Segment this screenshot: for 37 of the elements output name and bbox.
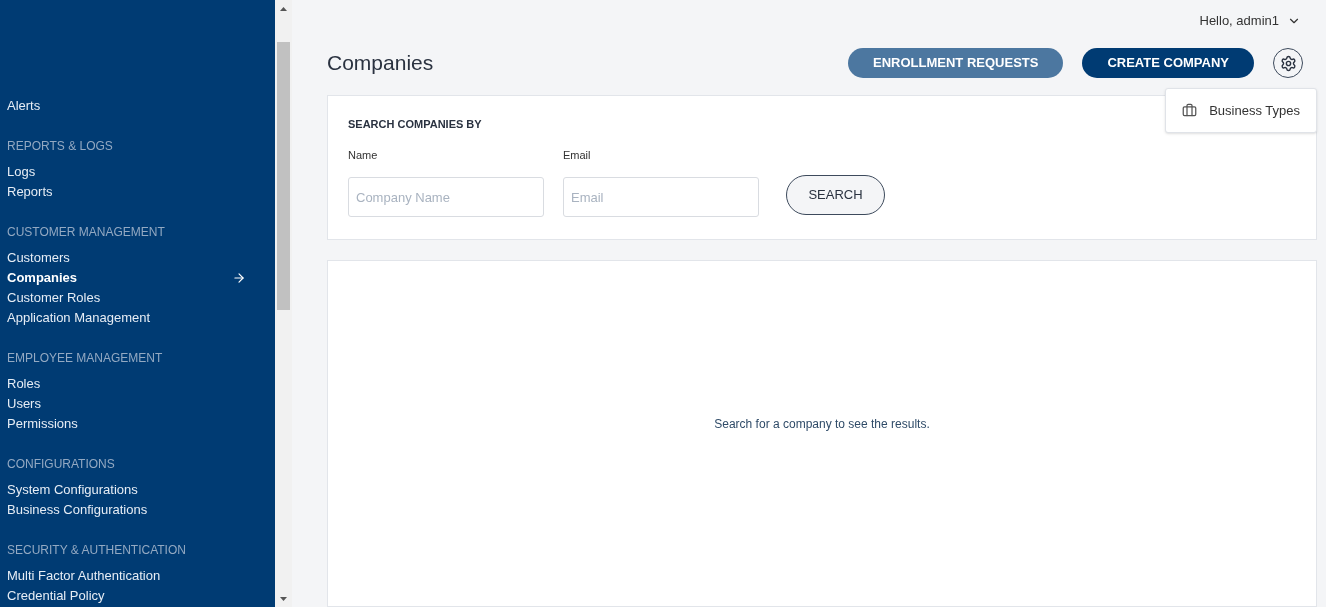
search-button[interactable]: SEARCH (786, 175, 885, 215)
section-header: SECURITY & AUTHENTICATION (7, 542, 187, 559)
section-header: REPORTS & LOGS (7, 138, 114, 155)
scrollbar[interactable] (275, 0, 292, 607)
search-title: SEARCH COMPANIES BY (348, 117, 482, 132)
nav-item[interactable]: Reports (7, 182, 268, 202)
menu-item[interactable]: Business Types (1182, 100, 1300, 121)
arrow-icon (232, 271, 246, 285)
section-header: CUSTOMER MANAGEMENT (7, 224, 166, 241)
section-header: CONFIGURATIONS (7, 456, 116, 473)
field-label: Name (348, 147, 379, 163)
nav-item[interactable]: Companies (7, 268, 268, 288)
nav-item[interactable]: Application Management (7, 308, 268, 328)
nav-item[interactable]: System Configurations (7, 480, 268, 500)
action-button[interactable]: CREATE COMPANY (1082, 48, 1254, 78)
field-label: Email (563, 147, 592, 163)
nav-item[interactable]: Permissions (7, 414, 268, 434)
section-header: EMPLOYEE MANAGEMENT (7, 350, 164, 367)
nav-item[interactable]: Users (7, 394, 268, 414)
page-title: Companies (327, 50, 435, 77)
nav-item[interactable]: Customers (7, 248, 268, 268)
scroll-down-icon[interactable] (280, 596, 287, 601)
scroll-up-icon[interactable] (280, 6, 287, 11)
nav-item[interactable]: Business Configurations (7, 500, 268, 520)
nav-item[interactable]: Credential Policy (7, 586, 268, 606)
empty-message: Search for a company to see the results. (714, 415, 930, 433)
input-field[interactable]: Company Name (348, 177, 544, 217)
gear-icon (1279, 54, 1297, 72)
input-field[interactable]: Email (563, 177, 759, 217)
nav-item[interactable]: Roles (7, 374, 268, 394)
nav-item[interactable]: Customer Roles (7, 288, 268, 308)
action-button[interactable]: ENROLLMENT REQUESTS (848, 48, 1064, 78)
nav-item[interactable]: Alerts (7, 96, 268, 116)
briefcase-icon (1182, 103, 1198, 118)
user-menu[interactable]: Hello, admin1 (1199, 11, 1301, 31)
nav-item[interactable]: Multi Factor Authentication (7, 566, 268, 586)
nav-item[interactable]: Logs (7, 162, 268, 182)
